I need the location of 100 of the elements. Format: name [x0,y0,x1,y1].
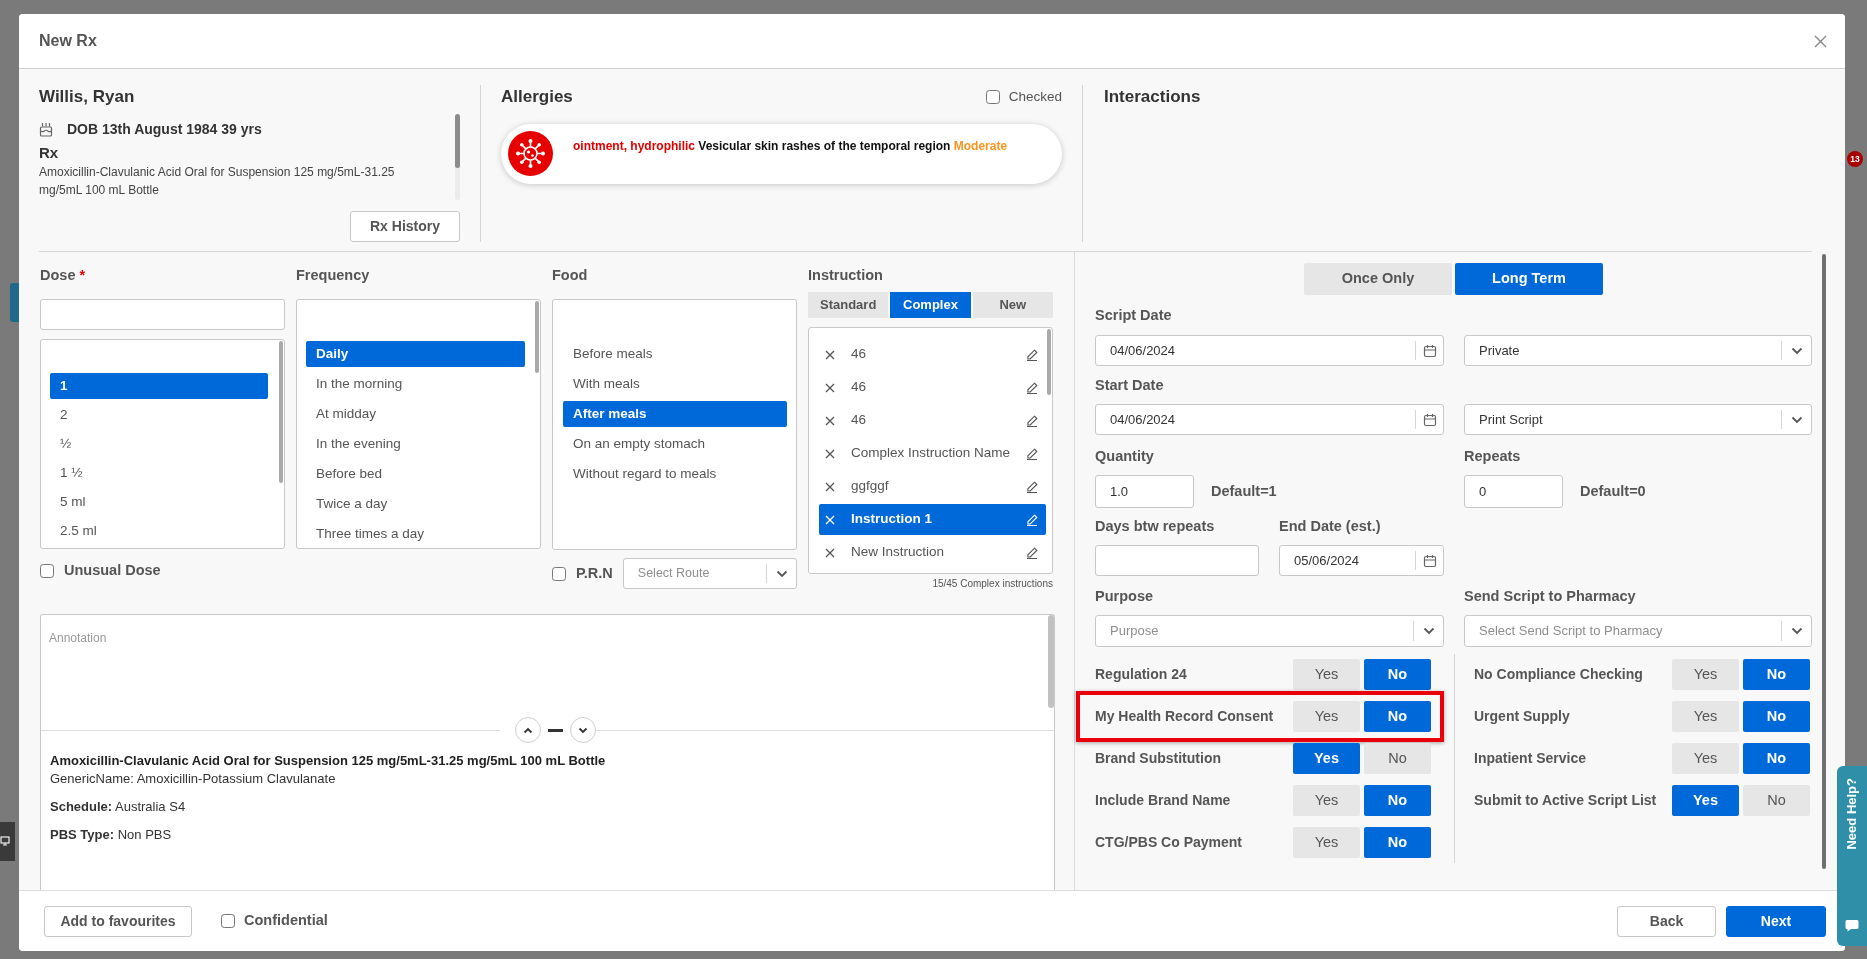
toggle-option[interactable]: Yes [1672,701,1739,732]
list-item[interactable]: In the morning [306,371,525,397]
list-item[interactable]: Before bed [306,461,525,487]
pencil-icon[interactable] [1026,480,1038,493]
instruction-item[interactable]: Complex Instruction Name [819,438,1046,469]
toggle-option[interactable]: Yes [1672,659,1739,690]
close-icon[interactable] [1814,34,1827,48]
instruction-item[interactable]: New Instruction [819,537,1046,568]
remove-icon[interactable] [825,415,835,426]
chevron-down-icon [1790,627,1803,635]
checkbox[interactable] [40,564,54,578]
toggle-option[interactable]: No [1364,659,1431,690]
toggle-option[interactable]: Yes [1672,743,1739,774]
instruction-tab[interactable]: Complex [890,292,971,318]
remove-icon[interactable] [825,349,835,360]
pencil-icon[interactable] [1026,381,1038,394]
toggle-option[interactable]: Yes [1293,827,1360,858]
list-item[interactable]: 5 ml [50,489,268,515]
calendar-icon[interactable] [1422,412,1437,427]
rx-history-button[interactable]: Rx History [350,211,460,242]
list-item[interactable]: Daily [306,341,525,367]
toggle-option[interactable]: No [1364,827,1431,858]
toggle-option[interactable]: Yes [1293,743,1360,774]
toggle-option[interactable]: No [1743,785,1810,816]
list-item[interactable]: 2.5 ml [50,518,268,544]
list-item[interactable]: 1 ½ [50,460,268,486]
toggle-option[interactable]: Yes [1672,785,1739,816]
list-item[interactable]: Without regard to meals [563,461,787,487]
route-select[interactable]: Select Route [622,558,797,589]
list-item[interactable]: Before meals [563,341,787,367]
list-item[interactable]: ½ [50,431,268,457]
remove-icon[interactable] [825,382,835,393]
pencil-icon[interactable] [1026,414,1038,427]
term-tab[interactable]: Once Only [1304,263,1452,295]
toggle-option[interactable]: No [1743,701,1810,732]
list-item[interactable]: 2 [50,402,268,428]
toggle-option[interactable]: No [1743,659,1810,690]
instruction-item[interactable]: 46 [819,339,1046,370]
list-item[interactable]: Three times a day [306,521,525,547]
instruction-tab[interactable]: Standard [808,292,889,318]
list-item[interactable]: Twice a day [306,491,525,517]
scrollbar[interactable] [535,301,539,373]
toggle-option[interactable]: No [1743,743,1810,774]
chevron-down-icon [1790,346,1803,355]
remove-icon[interactable] [825,547,835,558]
toggle-option[interactable]: No [1364,701,1431,732]
list-item[interactable]: In the evening [306,431,525,457]
calendar-icon[interactable] [1422,553,1437,568]
scrollbar[interactable] [1822,254,1826,869]
date-field[interactable]: 04/06/2024 [1095,335,1444,366]
checkbox[interactable] [221,914,235,928]
select-field[interactable]: Print Script [1464,404,1812,435]
pencil-icon[interactable] [1026,348,1038,361]
term-tab[interactable]: Long Term [1455,263,1603,295]
collapse-button[interactable] [514,717,541,743]
pencil-icon[interactable] [1026,546,1038,559]
date-field[interactable]: 05/06/2024 [1279,545,1444,576]
remove-icon[interactable] [825,481,835,492]
calendar-icon[interactable] [1422,343,1437,358]
instruction-item[interactable]: ggfggf [819,471,1046,502]
expand-button[interactable] [569,717,596,743]
toggle-label: CTG/PBS Co Payment [1095,833,1243,852]
list-item[interactable]: On an empty stomach [563,431,787,457]
select-field[interactable]: Select Send Script to Pharmacy [1464,615,1812,647]
remove-icon[interactable] [825,448,835,459]
instruction-item[interactable]: 46 [819,405,1046,436]
chevron-down-icon [775,569,788,578]
toggle-option[interactable]: Yes [1293,701,1360,732]
device-icon[interactable] [0,822,15,861]
scrollbar[interactable] [455,114,460,200]
favourites-button[interactable]: Add to favourites [44,905,192,937]
scrollbar[interactable] [279,341,283,483]
pencil-icon[interactable] [1026,447,1038,460]
quantity-input[interactable]: 1.0 [1095,475,1194,508]
list-item[interactable]: At midday [306,401,525,427]
next-button[interactable]: Next [1726,905,1826,937]
list-item[interactable]: With meals [563,371,787,397]
select-field[interactable]: Private [1464,335,1812,366]
scrollbar[interactable] [1047,329,1051,395]
back-button[interactable]: Back [1617,905,1716,937]
checkbox[interactable] [985,90,1000,104]
annotation-field[interactable]: Annotation [40,614,1055,717]
toggle-option[interactable]: Yes [1293,659,1360,690]
date-field[interactable]: 04/06/2024 [1095,404,1444,435]
instruction-item[interactable]: 46 [819,372,1046,403]
toggle-option[interactable]: No [1364,743,1431,774]
generic-name: GenericName: Amoxicillin-Potassium Clavulanate [50,770,337,788]
help-tab[interactable]: Need Help? [1837,766,1867,946]
repeats-input[interactable]: 0 [1464,475,1563,508]
toggle-option[interactable]: No [1364,785,1431,816]
list-item[interactable]: 1 [50,373,268,399]
days-input[interactable] [1095,545,1259,576]
list-item[interactable]: After meals [563,401,787,427]
checkbox[interactable] [552,566,566,581]
toggle-option[interactable]: Yes [1293,785,1360,816]
dose-input[interactable] [40,299,285,330]
scrollbar[interactable] [1048,615,1054,708]
drag-handle-icon[interactable] [547,728,563,732]
select-field[interactable]: Purpose [1095,615,1444,647]
instruction-tab[interactable]: New [972,292,1053,318]
